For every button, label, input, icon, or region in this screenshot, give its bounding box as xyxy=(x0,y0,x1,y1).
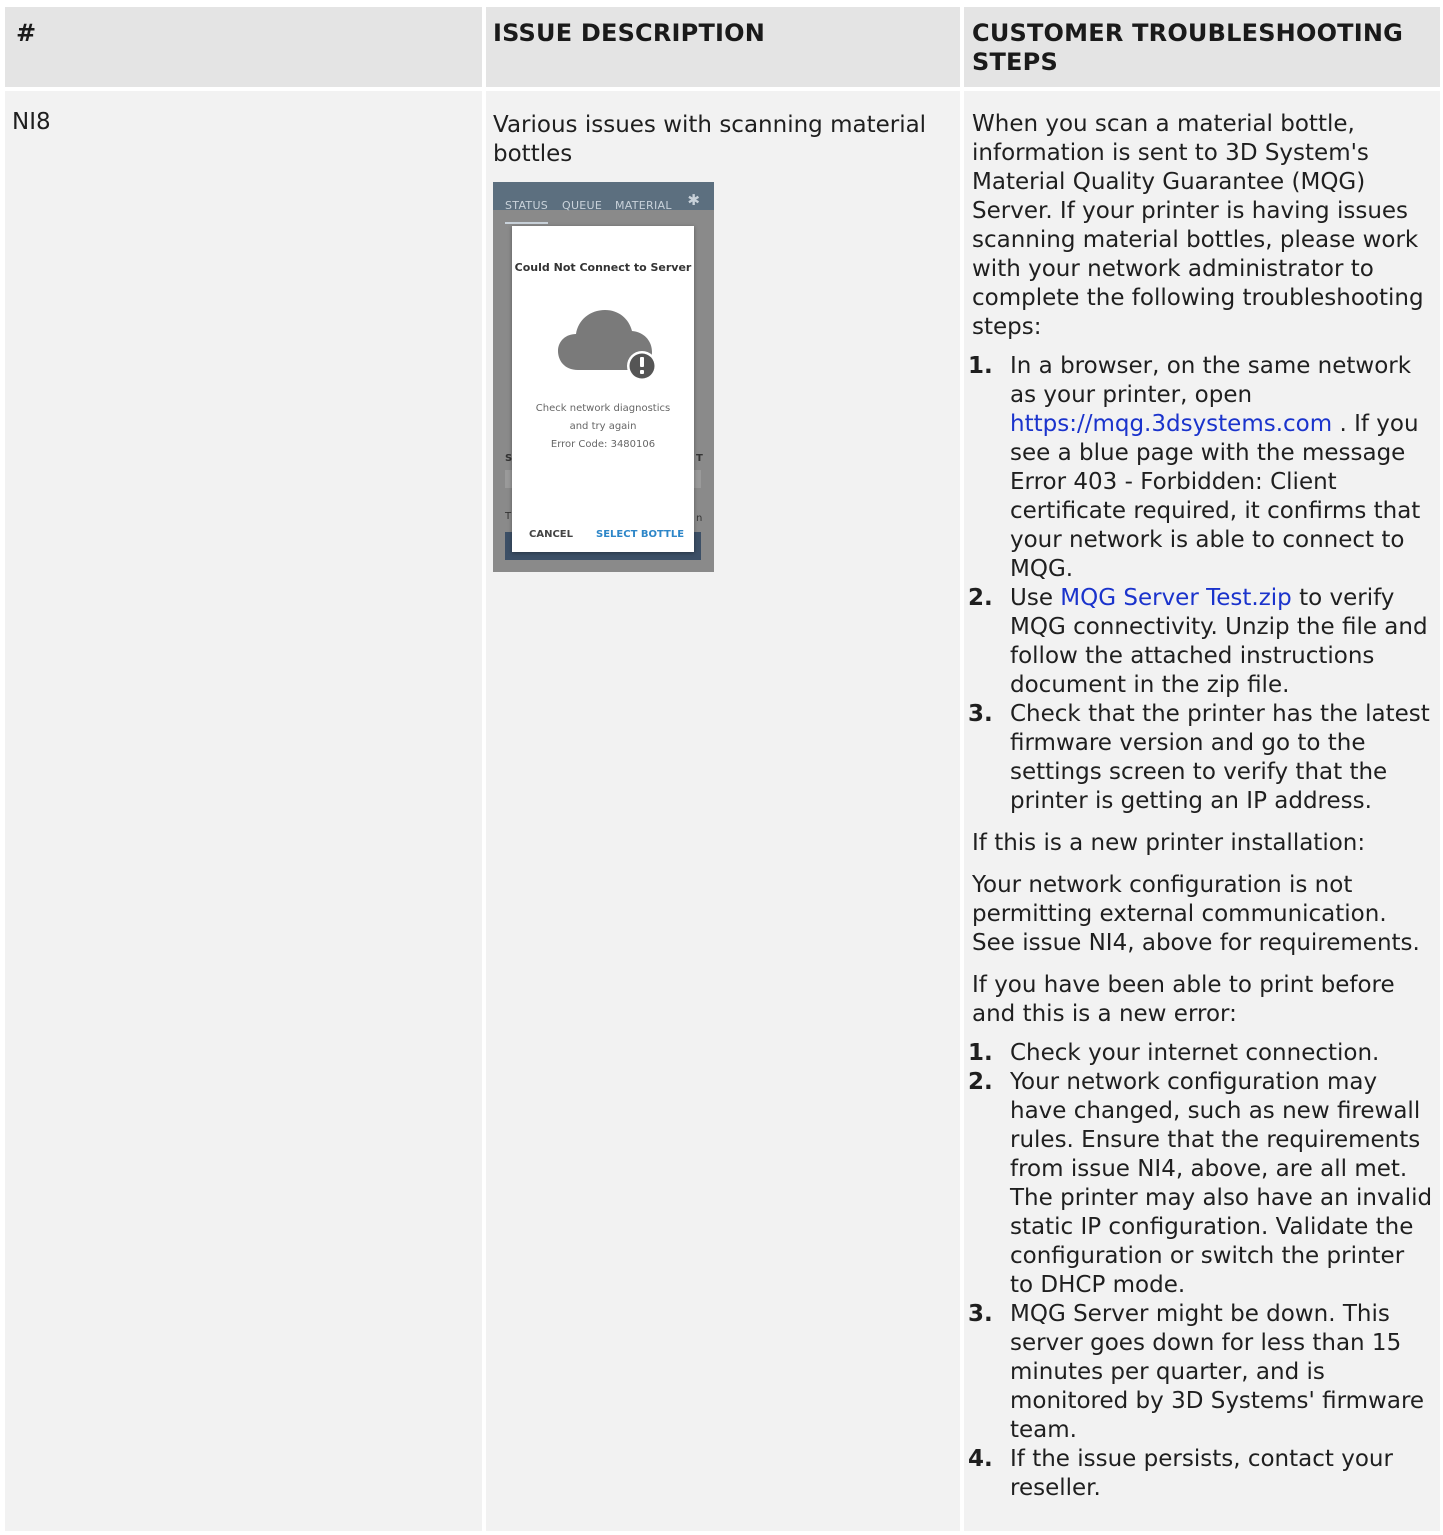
list-item: 2. Use MQG Server Test.zip to verify MQG … xyxy=(968,584,1434,700)
select-bottle-button[interactable]: SELECT BOTTLE xyxy=(596,520,684,549)
dialog-error-code: Error Code: 3480106 xyxy=(550,439,656,450)
step-number: 2. xyxy=(968,585,993,611)
header-number: # xyxy=(5,7,482,87)
printer-screen-screenshot: STATUS QUEUE MATERIAL ✱ S T T n Could No… xyxy=(493,182,714,572)
issue-id-cell: NI8 xyxy=(5,91,482,1531)
steps-list: 1. In a browser, on the same network as y… xyxy=(968,352,1434,816)
issue-description-cell: Various issues with scanning material bo… xyxy=(486,91,960,1531)
step-text: Check your internet connection. xyxy=(1010,1040,1380,1066)
dialog-title: Could Not Connect to Server xyxy=(514,261,692,274)
header-issue-description: ISSUE DESCRIPTION xyxy=(486,7,960,87)
mqg-server-test-link[interactable]: MQG Server Test.zip xyxy=(1060,585,1291,611)
troubleshooting-steps-cell: When you scan a material bottle, informa… xyxy=(964,91,1440,1531)
step-text: In a browser, on the same network as you… xyxy=(1010,353,1412,408)
new-install-text: Your network configuration is not permit… xyxy=(972,872,1420,956)
gear-icon: ✱ xyxy=(687,191,700,209)
background-fragment: T xyxy=(696,453,703,464)
list-item: 1. Check your internet connection. xyxy=(968,1039,1434,1068)
step-text: Check that the printer has the latest fi… xyxy=(1010,701,1430,814)
dialog-message: Check network diagnostics and try again … xyxy=(512,400,694,454)
new-error-heading: If you have been able to print before an… xyxy=(972,972,1395,1027)
issue-description-text: Various issues with scanning material bo… xyxy=(493,112,927,167)
tab-material: MATERIAL xyxy=(615,199,672,212)
issue-id: NI8 xyxy=(12,109,51,135)
list-item: 1. In a browser, on the same network as y… xyxy=(968,352,1434,584)
step-number: 3. xyxy=(968,701,993,727)
tab-queue: QUEUE xyxy=(562,199,603,212)
list-item: 4. If the issue persists, contact your re… xyxy=(968,1445,1434,1503)
list-item: 3. MQG Server might be down. This server … xyxy=(968,1300,1434,1445)
step-text: Use xyxy=(1010,585,1061,611)
step-number: 1. xyxy=(968,353,993,379)
dialog-message-line: and try again xyxy=(569,421,637,432)
intro-paragraph: When you scan a material bottle, informa… xyxy=(972,111,1424,340)
new-install-heading: If this is a new printer installation: xyxy=(972,830,1366,856)
background-fragment: T xyxy=(505,511,512,522)
tab-status: STATUS xyxy=(505,191,549,224)
screen-topbar: STATUS QUEUE MATERIAL ✱ xyxy=(493,182,714,224)
list-item: 2. Your network configuration may have ch… xyxy=(968,1068,1434,1300)
background-fragment: n xyxy=(696,513,703,524)
cancel-button[interactable]: CANCEL xyxy=(529,520,573,549)
step-text: Your network configuration may have chan… xyxy=(1010,1069,1433,1298)
list-item: 3. Check that the printer has the latest … xyxy=(968,700,1434,816)
mqg-site-link[interactable]: https://mqg.3dsystems.com xyxy=(1010,411,1332,437)
header-troubleshooting-steps: CUSTOMER TROUBLESHOOTING STEPS xyxy=(964,7,1440,87)
new-error-steps-list: 1. Check your internet connection. 2. Your… xyxy=(968,1039,1434,1503)
step-text: MQG Server might be down. This server go… xyxy=(1010,1301,1425,1443)
dialog-message-line: Check network diagnostics xyxy=(535,403,671,414)
step-number: 3. xyxy=(968,1301,993,1327)
step-number: 2. xyxy=(968,1069,993,1095)
step-text: If the issue persists, contact your rese… xyxy=(1010,1446,1393,1501)
cloud-error-icon xyxy=(558,310,657,381)
step-number: 1. xyxy=(968,1040,993,1066)
troubleshooting-table: # ISSUE DESCRIPTION CUSTOMER TROUBLESHOO… xyxy=(5,7,1440,1531)
error-dialog: Could Not Connect to Server Check networ… xyxy=(512,226,694,552)
step-number: 4. xyxy=(968,1446,993,1472)
